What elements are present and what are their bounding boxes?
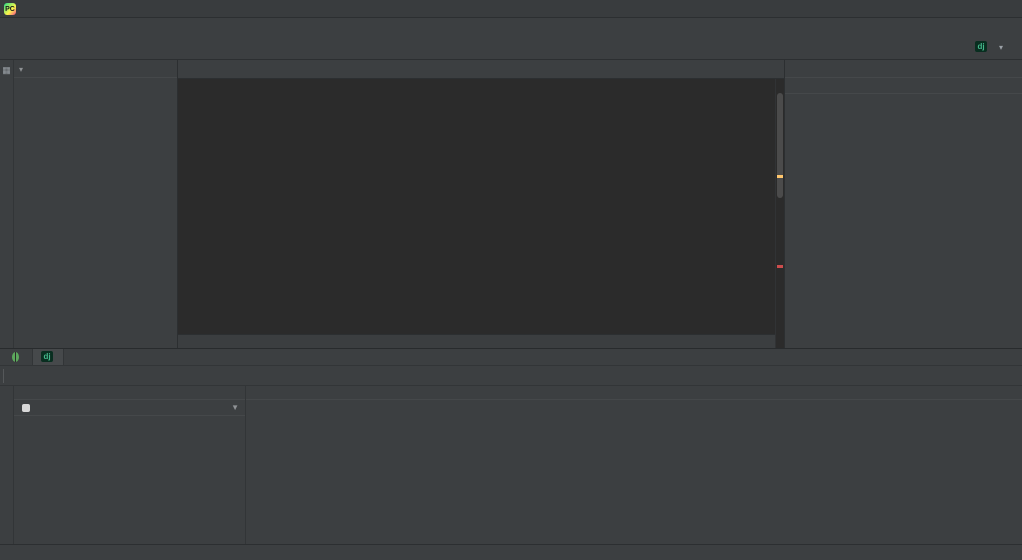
project-tool-icon[interactable]: ▦ — [0, 65, 13, 76]
database-tree — [785, 94, 1022, 348]
statusbar — [0, 544, 1022, 560]
thread-icon — [20, 402, 33, 414]
variables-title — [246, 386, 1022, 400]
debug-panel-header — [0, 349, 1022, 366]
code-editor[interactable] — [178, 79, 784, 348]
pycharm-window: PC ▾ ▦ ▾ — [0, 0, 1022, 560]
django-icon — [974, 41, 987, 53]
left-toolwindow-bar: ▦ — [0, 60, 14, 348]
editor-scrollbar[interactable] — [775, 79, 784, 348]
scrollbar-mark — [777, 265, 783, 268]
debug-control-bar — [0, 386, 14, 544]
debug-session-tab[interactable] — [32, 349, 64, 365]
menubar — [0, 18, 1022, 35]
debug-body: ▼ — [0, 386, 1022, 544]
editor-context-bar — [178, 334, 775, 348]
chevron-down-icon: ▼ — [231, 403, 239, 412]
variables-list — [246, 400, 1022, 544]
variables-panel — [246, 386, 1022, 544]
project-panel-header[interactable]: ▾ — [14, 60, 177, 78]
editor-area — [178, 60, 784, 348]
frames-panel: ▼ — [14, 386, 246, 544]
project-panel: ▾ — [14, 60, 178, 348]
debug-toolbar — [0, 366, 1022, 386]
chevron-down-icon: ▾ — [998, 42, 1003, 52]
navbar: ▾ — [0, 35, 1022, 60]
run-config-selector[interactable]: ▾ — [974, 41, 1006, 53]
pycharm-logo-icon: PC — [4, 3, 16, 15]
frames-title — [14, 386, 245, 400]
scrollbar-mark — [777, 175, 783, 178]
debug-panel-title[interactable] — [4, 351, 32, 363]
scrollbar-thumb[interactable] — [777, 93, 783, 198]
thread-selector[interactable]: ▼ — [14, 400, 245, 416]
project-tree — [14, 78, 177, 348]
database-panel-header[interactable] — [785, 60, 1022, 78]
database-panel — [784, 60, 1022, 348]
main-area: ▦ ▾ — [0, 60, 1022, 348]
editor-tabs — [178, 60, 784, 79]
titlebar[interactable]: PC — [0, 0, 1022, 18]
database-toolbar — [785, 78, 1022, 94]
debug-panel: ▼ — [0, 348, 1022, 544]
frames-list — [14, 416, 245, 544]
django-icon — [40, 351, 53, 363]
debug-icon — [9, 351, 22, 363]
